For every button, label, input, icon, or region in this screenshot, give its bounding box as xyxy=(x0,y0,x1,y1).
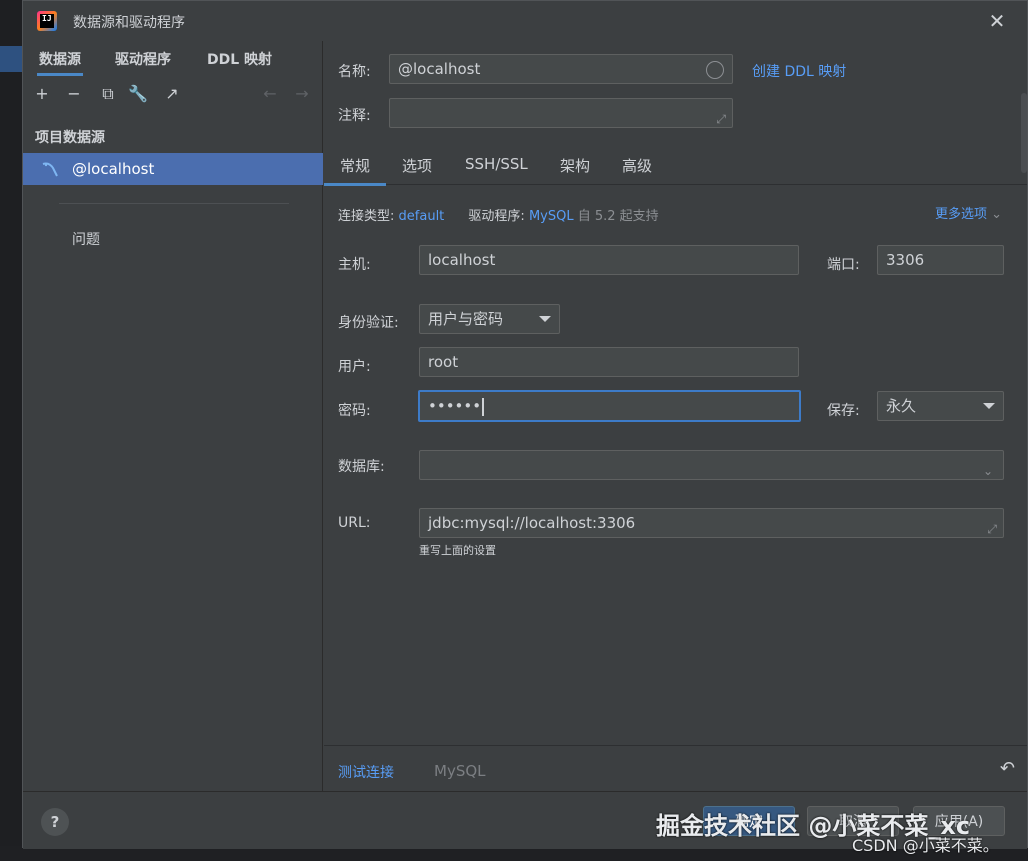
url-input[interactable]: jdbc:mysql://localhost:3306 ⤢ xyxy=(419,508,1004,538)
remove-icon[interactable]: − xyxy=(63,83,85,105)
title-bar: IJ 数据源和驱动程序 ✕ xyxy=(23,1,1027,41)
test-connection-link[interactable]: 测试连接 xyxy=(338,762,394,782)
tab-general[interactable]: 常规 xyxy=(323,155,387,186)
database-label: 数据库: xyxy=(338,459,385,475)
more-options-link[interactable]: 更多选项 ⌄ xyxy=(935,203,1002,222)
more-options-label: 更多选项 xyxy=(935,207,988,222)
password-value: •••••• xyxy=(428,397,482,415)
auth-value: 用户与密码 xyxy=(428,310,504,328)
name-input[interactable]: @localhost xyxy=(389,54,733,84)
wrench-icon[interactable]: 🔧 xyxy=(127,83,149,105)
left-tabs: 数据源 驱动程序 DDL 映射 xyxy=(23,41,323,76)
app-logo-icon: IJ xyxy=(37,11,57,31)
name-label: 名称: xyxy=(338,64,371,80)
conn-type-value[interactable]: default xyxy=(399,209,445,224)
divider xyxy=(59,203,289,204)
host-input[interactable]: localhost xyxy=(419,245,799,275)
auth-select[interactable]: 用户与密码 xyxy=(419,304,560,334)
copy-icon[interactable]: ⧉ xyxy=(97,83,119,105)
database-select[interactable]: ⌄ xyxy=(419,450,1004,480)
back-arrow-icon[interactable]: ← xyxy=(259,83,281,105)
datasource-label: @localhost xyxy=(72,160,155,178)
port-label: 端口: xyxy=(827,257,860,273)
user-label: 用户: xyxy=(338,359,371,375)
window-title: 数据源和驱动程序 xyxy=(73,15,185,31)
section-project-datasources: 项目数据源 xyxy=(35,130,105,146)
text-cursor xyxy=(482,397,485,416)
chevron-down-icon: ⌄ xyxy=(982,464,993,478)
url-override-hint: 重写上面的设置 xyxy=(419,544,496,557)
export-icon[interactable]: ↗ xyxy=(161,83,183,105)
color-circle-icon[interactable] xyxy=(706,61,724,79)
tab-drivers[interactable]: 驱动程序 xyxy=(115,49,171,69)
expand-icon[interactable]: ⤢ xyxy=(987,515,997,543)
ide-selection-strip xyxy=(0,46,22,72)
datasources-dialog: IJ 数据源和驱动程序 ✕ 数据源 驱动程序 DDL 映射 + − ⧉ 🔧 ↗ … xyxy=(22,0,1028,849)
tab-advanced[interactable]: 高级 xyxy=(622,155,652,176)
dropdown-caret-icon xyxy=(539,316,551,322)
issues-item[interactable]: 问题 xyxy=(72,229,100,249)
driver-label: 驱动程序: xyxy=(468,209,525,224)
forward-arrow-icon[interactable]: → xyxy=(291,83,313,105)
right-panel: 名称: @localhost 创建 DDL 映射 注释: ⤢ 常规 选项 SSH… xyxy=(323,41,1027,791)
add-icon[interactable]: + xyxy=(31,83,53,105)
dropdown-caret-icon xyxy=(983,403,995,409)
url-value: jdbc:mysql://localhost:3306 xyxy=(428,514,636,532)
host-label: 主机: xyxy=(338,257,371,273)
conn-type-label: 连接类型: xyxy=(338,209,395,224)
watermark-csdn: CSDN @小菜不菜。 xyxy=(852,836,999,855)
save-select[interactable]: 永久 xyxy=(877,391,1004,421)
tab-datasources[interactable]: 数据源 xyxy=(37,49,83,76)
close-icon[interactable]: ✕ xyxy=(985,9,1009,33)
tab-options[interactable]: 选项 xyxy=(402,155,432,176)
user-input[interactable]: root xyxy=(419,347,799,377)
chevron-down-icon: ⌄ xyxy=(991,207,1003,222)
password-input[interactable]: •••••• xyxy=(418,390,801,422)
expand-icon[interactable]: ⤢ xyxy=(716,105,726,133)
driver-value[interactable]: MySQL xyxy=(529,209,574,224)
comment-input[interactable]: ⤢ xyxy=(389,98,733,128)
tab-schemas[interactable]: 架构 xyxy=(560,155,590,176)
help-icon[interactable]: ? xyxy=(41,808,69,836)
connection-info: 连接类型: default 驱动程序: MySQL 自 5.2 起支持 xyxy=(338,205,659,224)
auth-label: 身份验证: xyxy=(338,315,399,331)
password-label: 密码: xyxy=(338,403,371,419)
driver-note: 自 5.2 起支持 xyxy=(577,209,659,224)
url-label: URL: xyxy=(338,515,371,531)
settings-tabs: 常规 选项 SSH/SSL 架构 高级 xyxy=(323,145,1027,186)
revert-icon[interactable]: ↶ xyxy=(1000,758,1015,779)
port-input[interactable]: 3306 xyxy=(877,245,1004,275)
tab-ssh-ssl[interactable]: SSH/SSL xyxy=(465,155,528,173)
name-value: @localhost xyxy=(398,60,481,78)
connection-test-strip: 测试连接 MySQL ↶ xyxy=(324,745,1027,791)
driver-footer-label: MySQL xyxy=(434,762,486,780)
create-ddl-link[interactable]: 创建 DDL 映射 xyxy=(752,61,846,81)
comment-label: 注释: xyxy=(338,108,371,124)
save-value: 永久 xyxy=(886,397,917,415)
left-panel: 数据源 驱动程序 DDL 映射 + − ⧉ 🔧 ↗ ← → 项目数据源 @loc… xyxy=(23,41,323,791)
save-label: 保存: xyxy=(827,403,860,419)
tab-ddl-mappings[interactable]: DDL 映射 xyxy=(207,49,272,69)
mysql-dolphin-icon xyxy=(41,160,59,178)
left-toolbar: + − ⧉ 🔧 ↗ ← → xyxy=(23,81,323,109)
datasource-item-localhost[interactable]: @localhost xyxy=(23,153,323,185)
scrollbar[interactable] xyxy=(1021,93,1027,173)
